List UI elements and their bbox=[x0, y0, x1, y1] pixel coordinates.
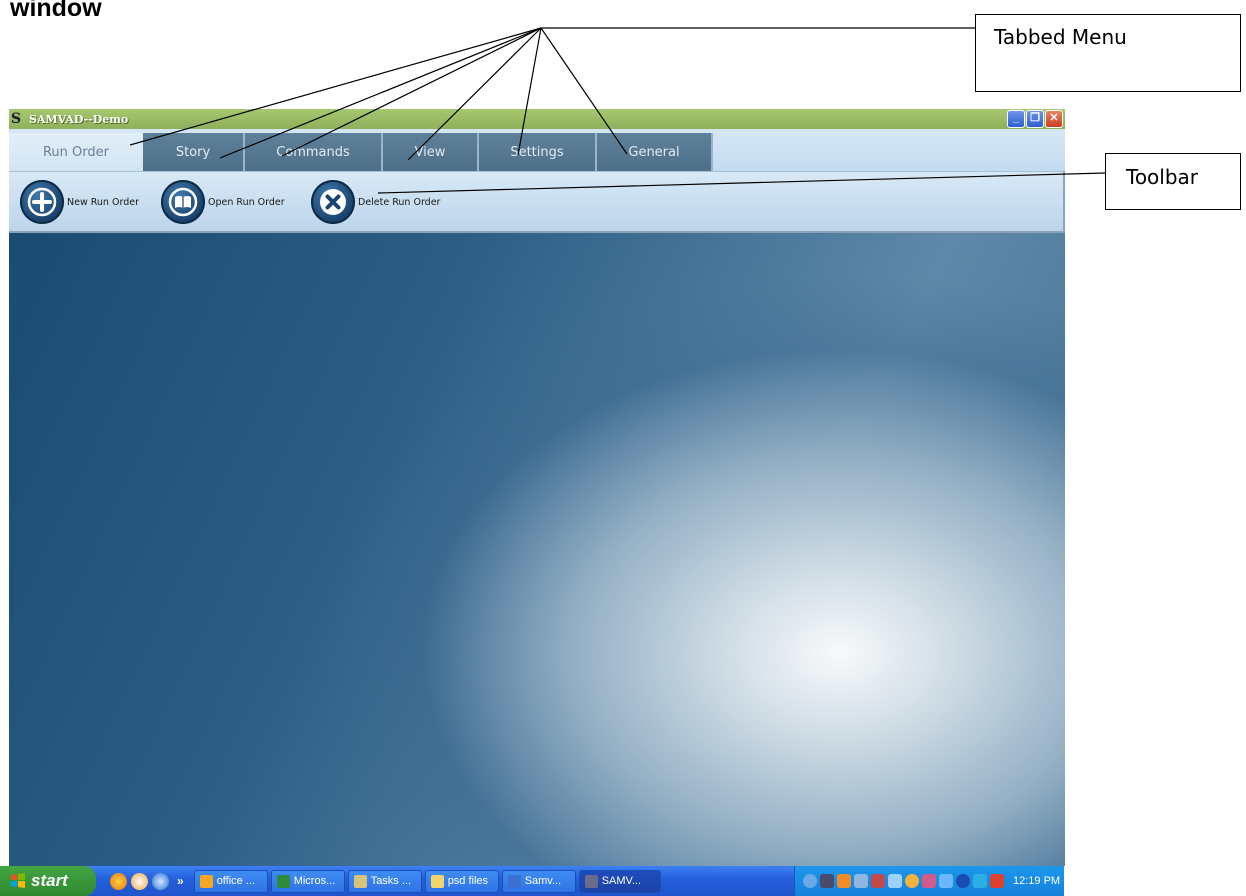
callout-tabbed-menu: Tabbed Menu bbox=[975, 14, 1241, 92]
chrome-icon[interactable] bbox=[131, 872, 148, 890]
open-run-order-label: Open Run Order bbox=[208, 196, 285, 208]
taskbar-item-tasks[interactable]: Tasks ... bbox=[347, 869, 422, 893]
security-tray-icon[interactable] bbox=[871, 874, 885, 888]
plus-icon bbox=[20, 180, 64, 224]
browser-icon[interactable] bbox=[110, 872, 127, 890]
delete-run-order-button[interactable]: Delete Run Order bbox=[311, 180, 440, 224]
task-label: psd files bbox=[447, 875, 489, 887]
volume-tray-icon[interactable] bbox=[888, 874, 902, 888]
chrome-tray-icon[interactable] bbox=[905, 874, 919, 888]
tabbed-menu: Run Order Story Commands View Settings G… bbox=[9, 129, 1065, 171]
tray-arrow-icon[interactable] bbox=[803, 874, 817, 888]
close-button[interactable]: ✕ bbox=[1045, 110, 1063, 128]
document-heading: window bbox=[10, 0, 102, 22]
tab-story[interactable]: Story bbox=[143, 133, 245, 171]
restore-button[interactable]: ❐ bbox=[1026, 110, 1044, 128]
start-button[interactable]: start bbox=[0, 866, 96, 896]
toolbar: New Run Order Open Run Order Delete Run … bbox=[9, 171, 1065, 233]
task-icon bbox=[353, 874, 367, 888]
tab-commands[interactable]: Commands bbox=[245, 133, 383, 171]
callout-toolbar: Toolbar bbox=[1105, 153, 1241, 210]
tab-run-order[interactable]: Run Order bbox=[9, 133, 143, 171]
task-label: office ... bbox=[216, 875, 256, 887]
task-label: SAMV... bbox=[601, 875, 642, 887]
tab-settings[interactable]: Settings bbox=[479, 133, 597, 171]
task-icon bbox=[199, 874, 213, 888]
samvad-tray-icon[interactable] bbox=[820, 874, 834, 888]
task-label: Micros... bbox=[293, 875, 336, 887]
ie-icon[interactable] bbox=[152, 872, 169, 890]
new-run-order-label: New Run Order bbox=[67, 196, 139, 208]
new-run-order-button[interactable]: New Run Order bbox=[20, 180, 139, 224]
paint-tray-icon[interactable] bbox=[922, 874, 936, 888]
alert-tray-icon[interactable] bbox=[990, 874, 1004, 888]
system-tray: 12:19 PM bbox=[794, 866, 1064, 896]
taskbar-item-microsoft[interactable]: Micros... bbox=[270, 869, 345, 893]
task-icon bbox=[276, 874, 290, 888]
word-doc-icon bbox=[507, 874, 521, 888]
taskbar-item-psd-files[interactable]: psd files bbox=[424, 869, 499, 893]
taskbar-item-samvad-active[interactable]: SAMV... bbox=[578, 869, 661, 893]
open-run-order-button[interactable]: Open Run Order bbox=[161, 180, 285, 224]
task-label: Samv... bbox=[524, 875, 562, 887]
book-icon bbox=[161, 180, 205, 224]
monitor-tray-icon[interactable] bbox=[973, 874, 987, 888]
tab-view[interactable]: View bbox=[383, 133, 479, 171]
clock: 12:19 PM bbox=[1013, 875, 1061, 887]
tab-general[interactable]: General bbox=[597, 133, 713, 171]
samvad-task-icon bbox=[584, 874, 598, 888]
app-tray-icon[interactable] bbox=[837, 874, 851, 888]
samvad-app-icon: S bbox=[11, 111, 22, 127]
main-workspace[interactable] bbox=[9, 233, 1065, 866]
network-tray-icon[interactable] bbox=[854, 874, 868, 888]
taskbar-item-office[interactable]: office ... bbox=[193, 869, 268, 893]
taskbar-item-samv-word[interactable]: Samv... bbox=[501, 869, 576, 893]
window-controls: _ ❐ ✕ bbox=[1007, 110, 1063, 128]
windows-logo-icon bbox=[11, 873, 25, 888]
start-label: start bbox=[31, 871, 68, 890]
usb-tray-icon[interactable] bbox=[939, 874, 953, 888]
bluetooth-tray-icon[interactable] bbox=[956, 874, 970, 888]
x-icon bbox=[311, 180, 355, 224]
folder-icon bbox=[430, 874, 444, 888]
quick-launch-more-icon[interactable]: » bbox=[177, 874, 184, 888]
window-title: SAMVAD--Demo bbox=[29, 112, 129, 126]
task-label: Tasks ... bbox=[370, 875, 412, 887]
quick-launch: » bbox=[110, 872, 184, 890]
windows-taskbar: start » office ... Micros... Tasks ... p… bbox=[0, 866, 1064, 896]
minimize-button[interactable]: _ bbox=[1007, 110, 1025, 128]
window-titlebar[interactable]: S SAMVAD--Demo _ ❐ ✕ bbox=[9, 109, 1065, 129]
delete-run-order-label: Delete Run Order bbox=[358, 196, 441, 208]
